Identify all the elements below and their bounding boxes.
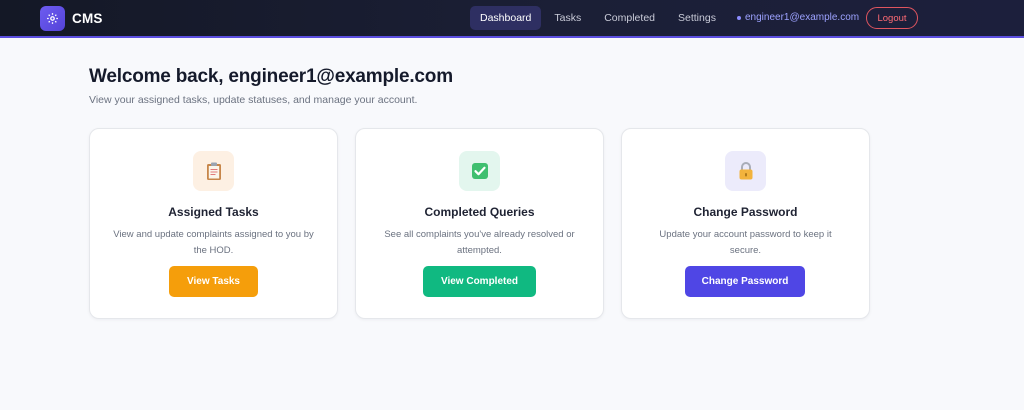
nav-links: Dashboard Tasks Completed Settings bbox=[470, 6, 729, 30]
card-completed-queries: Completed Queries See all complaints you… bbox=[355, 128, 604, 319]
user-email: engineer1@example.com bbox=[745, 12, 860, 23]
view-tasks-button[interactable]: View Tasks bbox=[169, 266, 258, 297]
nav-link-completed[interactable]: Completed bbox=[594, 6, 665, 30]
card-description: Update your account password to keep it … bbox=[659, 229, 832, 256]
nav-link-tasks[interactable]: Tasks bbox=[544, 6, 591, 30]
card-description: See all complaints you've already resolv… bbox=[384, 229, 575, 256]
brand[interactable]: CMS bbox=[40, 6, 103, 31]
page-title: Welcome back, engineer1@example.com bbox=[89, 66, 453, 87]
status-dot-icon bbox=[737, 15, 741, 20]
card-title: Change Password bbox=[693, 205, 798, 219]
user-email-display: engineer1@example.com bbox=[737, 12, 859, 23]
card-assigned-tasks: Assigned Tasks View and update complaint… bbox=[89, 128, 338, 319]
card-change-password: Change Password Update your account pass… bbox=[621, 128, 870, 319]
top-navbar: CMS Dashboard Tasks Completed Settings e… bbox=[0, 0, 1024, 38]
lock-icon bbox=[725, 151, 766, 191]
card-title: Completed Queries bbox=[424, 205, 535, 219]
nav-link-dashboard[interactable]: Dashboard bbox=[470, 6, 542, 30]
card-description: View and update complaints assigned to y… bbox=[113, 229, 314, 256]
checkbox-icon bbox=[459, 151, 500, 191]
card-title: Assigned Tasks bbox=[168, 205, 259, 219]
gear-icon bbox=[40, 6, 65, 31]
clipboard-icon bbox=[193, 151, 234, 191]
logout-button[interactable]: Logout bbox=[866, 7, 918, 29]
dashboard-cards: Assigned Tasks View and update complaint… bbox=[89, 128, 887, 319]
brand-name: CMS bbox=[72, 11, 103, 26]
main-content: Welcome back, engineer1@example.com View… bbox=[89, 66, 870, 319]
nav-link-settings[interactable]: Settings bbox=[668, 6, 726, 30]
change-password-button[interactable]: Change Password bbox=[685, 266, 805, 297]
page-subtitle: View your assigned tasks, update statuse… bbox=[89, 94, 418, 106]
view-completed-button[interactable]: View Completed bbox=[423, 266, 536, 297]
